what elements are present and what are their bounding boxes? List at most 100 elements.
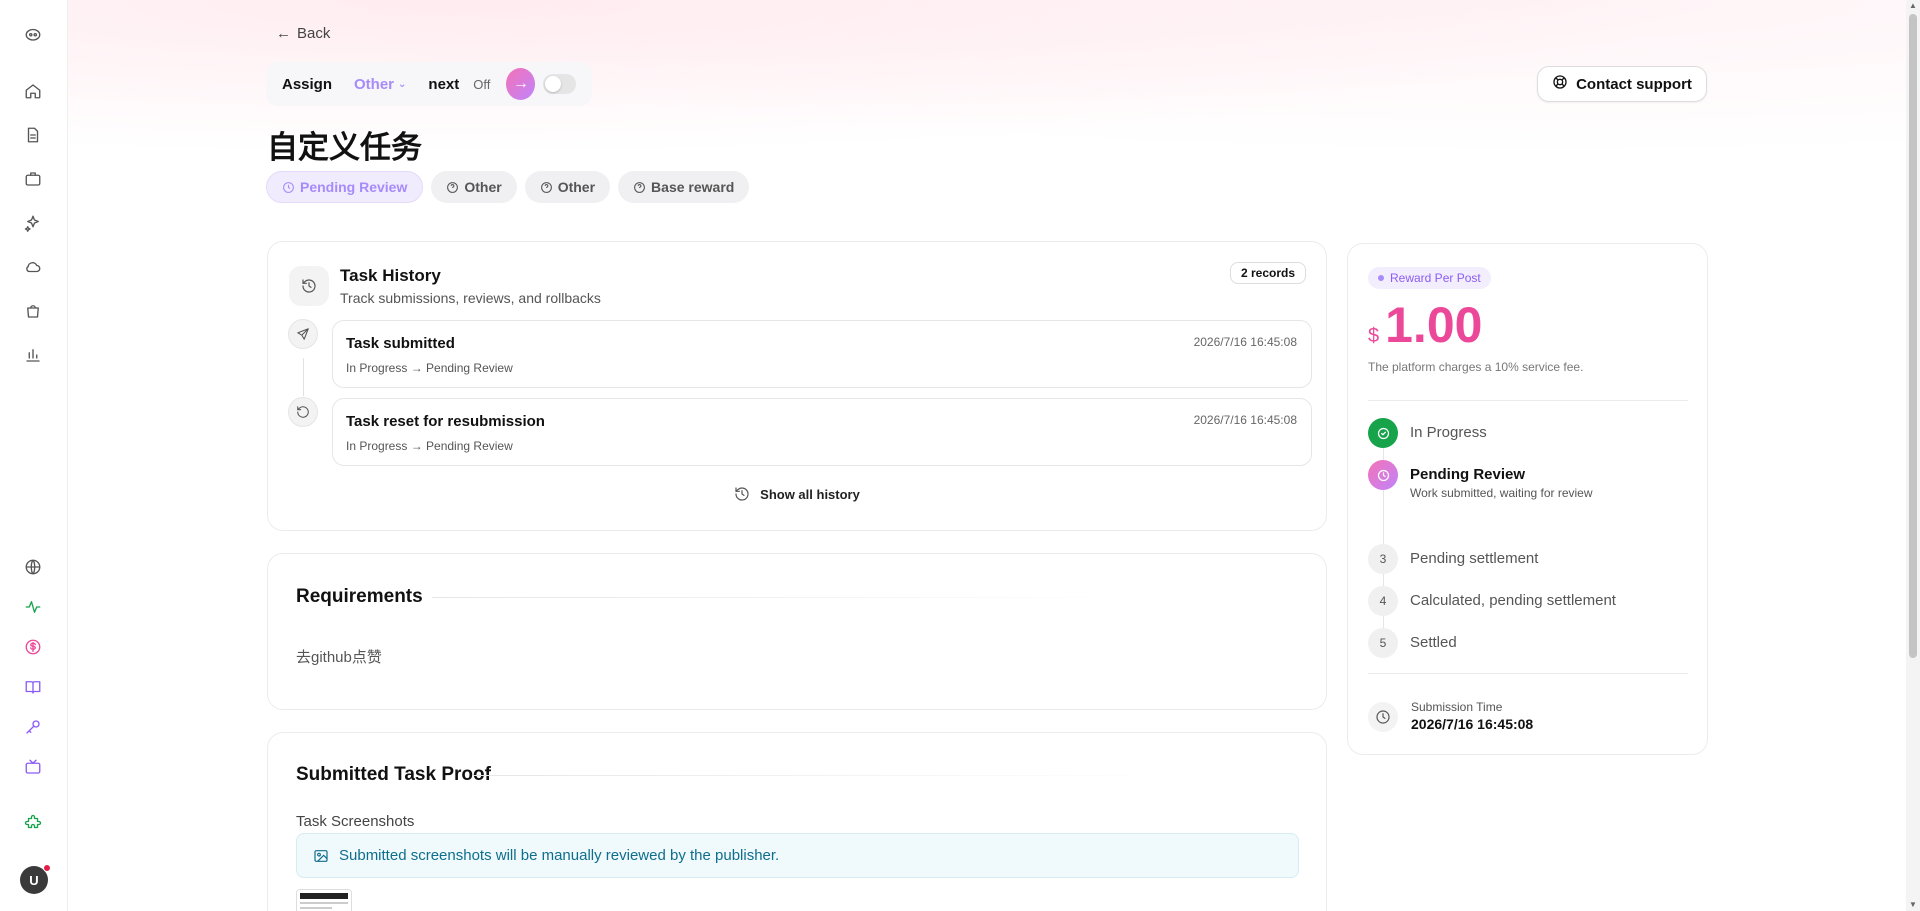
step-label: Pending settlement	[1410, 550, 1539, 567]
shopping-bag-icon[interactable]	[21, 299, 45, 323]
help-circle-icon	[540, 181, 552, 193]
briefcase-icon[interactable]	[21, 167, 45, 191]
step-description: Work submitted, waiting for review	[1410, 486, 1593, 500]
help-circle-icon	[447, 181, 459, 193]
show-all-history-button[interactable]: Show all history	[268, 486, 1326, 502]
screenshot-notice-text: Submitted screenshots will be manually r…	[339, 847, 780, 864]
scroll-thumb[interactable]	[1909, 14, 1917, 658]
contact-support-button[interactable]: Contact support	[1537, 66, 1707, 102]
chevron-down-icon: ⌄	[398, 78, 407, 90]
assign-label: Assign	[282, 75, 333, 93]
scroll-up-icon[interactable]: ▲	[1909, 2, 1917, 10]
task-tags: Pending Review Other Other Base reward	[266, 171, 750, 203]
step-number: 4	[1368, 586, 1398, 616]
progress-step-current: Pending Review Work submitted, waiting f…	[1368, 460, 1593, 500]
requirements-text: 去github点赞	[296, 649, 382, 666]
divider	[1368, 400, 1688, 401]
submitted-proof-card: Submitted Task Proof Task Screenshots Su…	[267, 732, 1327, 911]
history-event: Task submitted 2026/7/16 16:45:08 In Pro…	[332, 320, 1312, 388]
step-label: Settled	[1410, 634, 1457, 651]
cloud-icon[interactable]	[21, 255, 45, 279]
assign-bar: Assign Other ⌄ next Off →	[266, 62, 592, 106]
timeline-connector	[303, 358, 304, 396]
book-icon[interactable]	[21, 675, 45, 699]
contact-support-label: Contact support	[1576, 75, 1692, 93]
status-badge: Pending Review	[266, 171, 424, 203]
screenshots-label: Task Screenshots	[296, 813, 415, 830]
tv-icon[interactable]	[21, 755, 45, 779]
reward-value: 1.00	[1385, 297, 1483, 353]
check-circle-icon	[1368, 418, 1398, 448]
auto-next-toggle[interactable]	[543, 74, 576, 94]
arrow-right-icon: →	[512, 75, 529, 92]
event-time: 2026/7/16 16:45:08	[1193, 413, 1297, 427]
submission-time-label: Submission Time	[1411, 700, 1503, 714]
toggle-state-label: Off	[473, 76, 491, 92]
arrow-right-button[interactable]: →	[506, 68, 536, 100]
puzzle-icon[interactable]	[21, 811, 45, 835]
fee-note: The platform charges a 10% service fee.	[1368, 360, 1584, 374]
tag-label: Other	[464, 179, 502, 195]
screenshot-thumbnail[interactable]	[296, 889, 352, 911]
history-icon	[289, 266, 329, 306]
assign-select[interactable]: Other ⌄	[354, 76, 406, 93]
rotate-ccw-icon	[288, 397, 318, 427]
bar-chart-icon[interactable]	[21, 343, 45, 367]
reward-badge: Reward Per Post	[1368, 267, 1491, 289]
progress-step: In Progress	[1368, 418, 1487, 448]
badge-dot	[1378, 275, 1384, 281]
tag-label: Other	[557, 179, 596, 195]
records-count-badge: 2 records	[1229, 262, 1306, 284]
event-transition: In Progress → Pending Review	[346, 439, 513, 453]
send-icon	[288, 319, 318, 349]
reward-panel: Reward Per Post $ 1.00 The platform char…	[1347, 243, 1708, 755]
divider	[1368, 673, 1688, 674]
clock-icon	[1368, 702, 1398, 732]
step-label: Calculated, pending settlement	[1410, 592, 1616, 609]
step-number: 3	[1368, 544, 1398, 574]
show-all-history-label: Show all history	[760, 486, 860, 502]
reward-badge-label: Reward Per Post	[1390, 271, 1481, 285]
notification-dot	[43, 864, 51, 872]
reward-currency: $	[1368, 325, 1380, 347]
page-scrollbar[interactable]: ▲ ▼	[1906, 0, 1920, 911]
key-icon[interactable]	[21, 715, 45, 739]
task-history-card: Task History Track submissions, reviews,…	[267, 241, 1327, 531]
next-label: next	[428, 75, 460, 93]
section-divider	[432, 597, 1132, 598]
document-icon[interactable]	[21, 123, 45, 147]
event-title: Task submitted	[346, 335, 455, 352]
event-title: Task reset for resubmission	[346, 413, 545, 430]
reward-type-tag: Base reward	[618, 171, 750, 203]
clock-icon	[1368, 460, 1398, 490]
arrow-left-icon: ←	[276, 25, 291, 42]
progress-step: 3 Pending settlement	[1368, 544, 1538, 574]
help-circle-icon	[634, 181, 645, 193]
event-time: 2026/7/16 16:45:08	[1193, 335, 1297, 349]
globe-icon[interactable]	[21, 555, 45, 579]
app-logo-icon[interactable]	[21, 22, 45, 46]
avatar[interactable]: U	[20, 864, 51, 894]
event-transition: In Progress → Pending Review	[346, 361, 513, 375]
assign-select-value: Other	[354, 75, 395, 93]
activity-icon[interactable]	[21, 595, 45, 619]
back-link[interactable]: ← Back	[276, 25, 330, 42]
progress-step: 4 Calculated, pending settlement	[1368, 586, 1616, 616]
tag-label: Base reward	[651, 179, 735, 195]
sidebar: U	[0, 0, 68, 911]
history-title: Task History	[340, 266, 441, 285]
requirements-title: Requirements	[296, 586, 423, 607]
page-title: 自定义任务	[267, 130, 422, 166]
home-icon[interactable]	[21, 79, 45, 103]
scroll-down-icon[interactable]: ▼	[1909, 901, 1917, 909]
requirements-card: Requirements 去github点赞	[267, 553, 1327, 710]
platform-tag: Other	[524, 171, 611, 203]
submission-time-value: 2026/7/16 16:45:08	[1411, 716, 1534, 732]
clock-icon	[283, 181, 294, 193]
dollar-icon[interactable]	[21, 635, 45, 659]
image-icon	[314, 849, 328, 862]
section-divider	[472, 775, 1172, 776]
history-subtitle: Track submissions, reviews, and rollback…	[340, 290, 601, 306]
sparkles-icon[interactable]	[21, 211, 45, 235]
tag-label: Pending Review	[300, 179, 408, 195]
